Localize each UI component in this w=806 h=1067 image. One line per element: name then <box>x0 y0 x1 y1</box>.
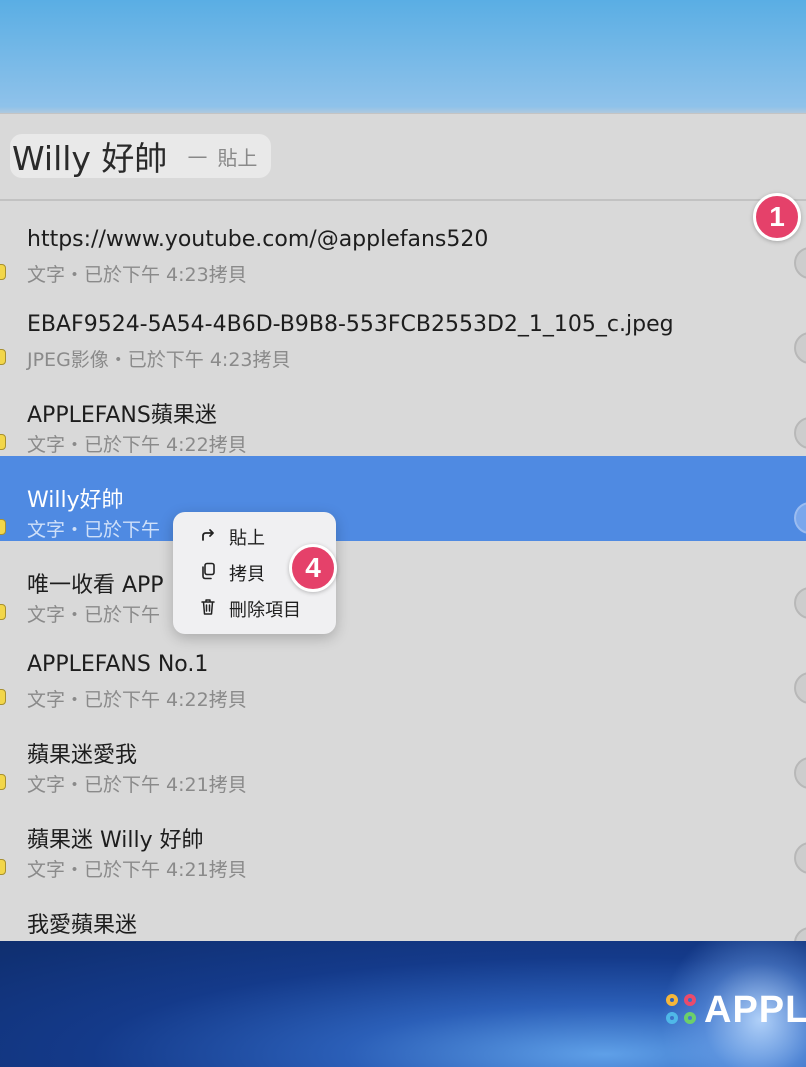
app-icon <box>0 434 6 450</box>
item-action-button[interactable] <box>794 587 806 619</box>
applefans-watermark: APPL <box>666 988 806 1031</box>
item-meta: 文字・已於下午 4:22拷貝 <box>27 689 247 711</box>
clipboard-item[interactable]: 蘋果迷 Willy 好帥 文字・已於下午 4:21拷貝 <box>0 796 806 881</box>
app-icon <box>0 859 6 875</box>
clipboard-item[interactable]: 我愛蘋果迷 <box>0 881 806 941</box>
clipboard-item-selected[interactable]: Willy好帥 文字・已於下午 <box>0 456 806 541</box>
item-meta: 文字・已於下午 4:23拷貝 <box>27 264 247 286</box>
item-action-button[interactable] <box>794 417 806 449</box>
item-meta: 文字・已於下午 4:22拷貝 <box>27 434 247 456</box>
app-icon <box>0 774 6 790</box>
item-action-button[interactable] <box>794 247 806 279</box>
item-action-button[interactable] <box>794 332 806 364</box>
paste-arrow-icon <box>197 527 219 547</box>
item-action-button[interactable] <box>794 927 806 941</box>
clipboard-history-panel: Willy 好帥 — 貼上 https://www.youtube.com/@a… <box>0 113 806 941</box>
item-action-button[interactable] <box>794 502 806 534</box>
step-badge-1: 1 <box>753 193 801 241</box>
app-icon <box>0 689 6 705</box>
item-title: 蘋果迷 Willy 好帥 <box>27 828 204 853</box>
item-action-button[interactable] <box>794 672 806 704</box>
clipboard-item[interactable]: 蘋果迷愛我 文字・已於下午 4:21拷貝 <box>0 711 806 796</box>
app-icon <box>0 264 6 280</box>
command-logo-icon <box>666 994 698 1026</box>
clipboard-item[interactable]: 唯一收看 APP 文字・已於下午 <box>0 541 806 626</box>
search-action-hint: 貼上 <box>217 145 258 170</box>
trash-icon <box>197 598 219 620</box>
search-query[interactable]: Willy 好帥 <box>12 132 167 180</box>
item-meta: 文字・已於下午 4:21拷貝 <box>27 774 247 796</box>
item-meta: 文字・已於下午 <box>27 604 161 626</box>
item-action-button[interactable] <box>794 842 806 874</box>
app-icon <box>0 519 6 535</box>
clipboard-item[interactable]: https://www.youtube.com/@applefans520 文字… <box>0 201 806 286</box>
clipboard-item[interactable]: APPLEFANS No.1 文字・已於下午 4:22拷貝 <box>0 626 806 711</box>
menu-item-label: 拷貝 <box>229 564 265 585</box>
menu-item-label: 刪除項目 <box>229 600 301 621</box>
clipboard-list: https://www.youtube.com/@applefans520 文字… <box>0 201 806 941</box>
menu-item-label: 貼上 <box>229 528 265 549</box>
item-title: Willy好帥 <box>27 488 124 513</box>
item-meta: JPEG影像・已於下午 4:23拷貝 <box>27 349 291 371</box>
item-title: EBAF9524-5A54-4B6D-B9B8-553FCB2553D2_1_1… <box>27 312 674 337</box>
item-title: 我愛蘋果迷 <box>27 913 138 938</box>
clipboard-item[interactable]: EBAF9524-5A54-4B6D-B9B8-553FCB2553D2_1_1… <box>0 286 806 371</box>
item-title: 唯一收看 APP <box>27 573 164 598</box>
search-separator: — <box>187 144 208 168</box>
item-title: https://www.youtube.com/@applefans520 <box>27 227 489 252</box>
watermark-text: APPL <box>704 988 806 1031</box>
app-icon <box>0 349 6 365</box>
item-title: APPLEFANS蘋果迷 <box>27 403 217 428</box>
item-meta: 文字・已於下午 <box>27 519 161 541</box>
item-title: 蘋果迷愛我 <box>27 743 138 768</box>
clipboard-item[interactable]: APPLEFANS蘋果迷 文字・已於下午 4:22拷貝 <box>0 371 806 456</box>
step-badge-4: 4 <box>289 544 337 592</box>
item-title: APPLEFANS No.1 <box>27 652 209 677</box>
search-field[interactable]: Willy 好帥 — 貼上 <box>10 132 272 180</box>
app-icon <box>0 604 6 620</box>
menu-item-delete[interactable]: 刪除項目 <box>173 593 336 625</box>
item-action-button[interactable] <box>794 757 806 789</box>
copy-icon <box>197 562 219 584</box>
item-meta: 文字・已於下午 4:21拷貝 <box>27 859 247 881</box>
